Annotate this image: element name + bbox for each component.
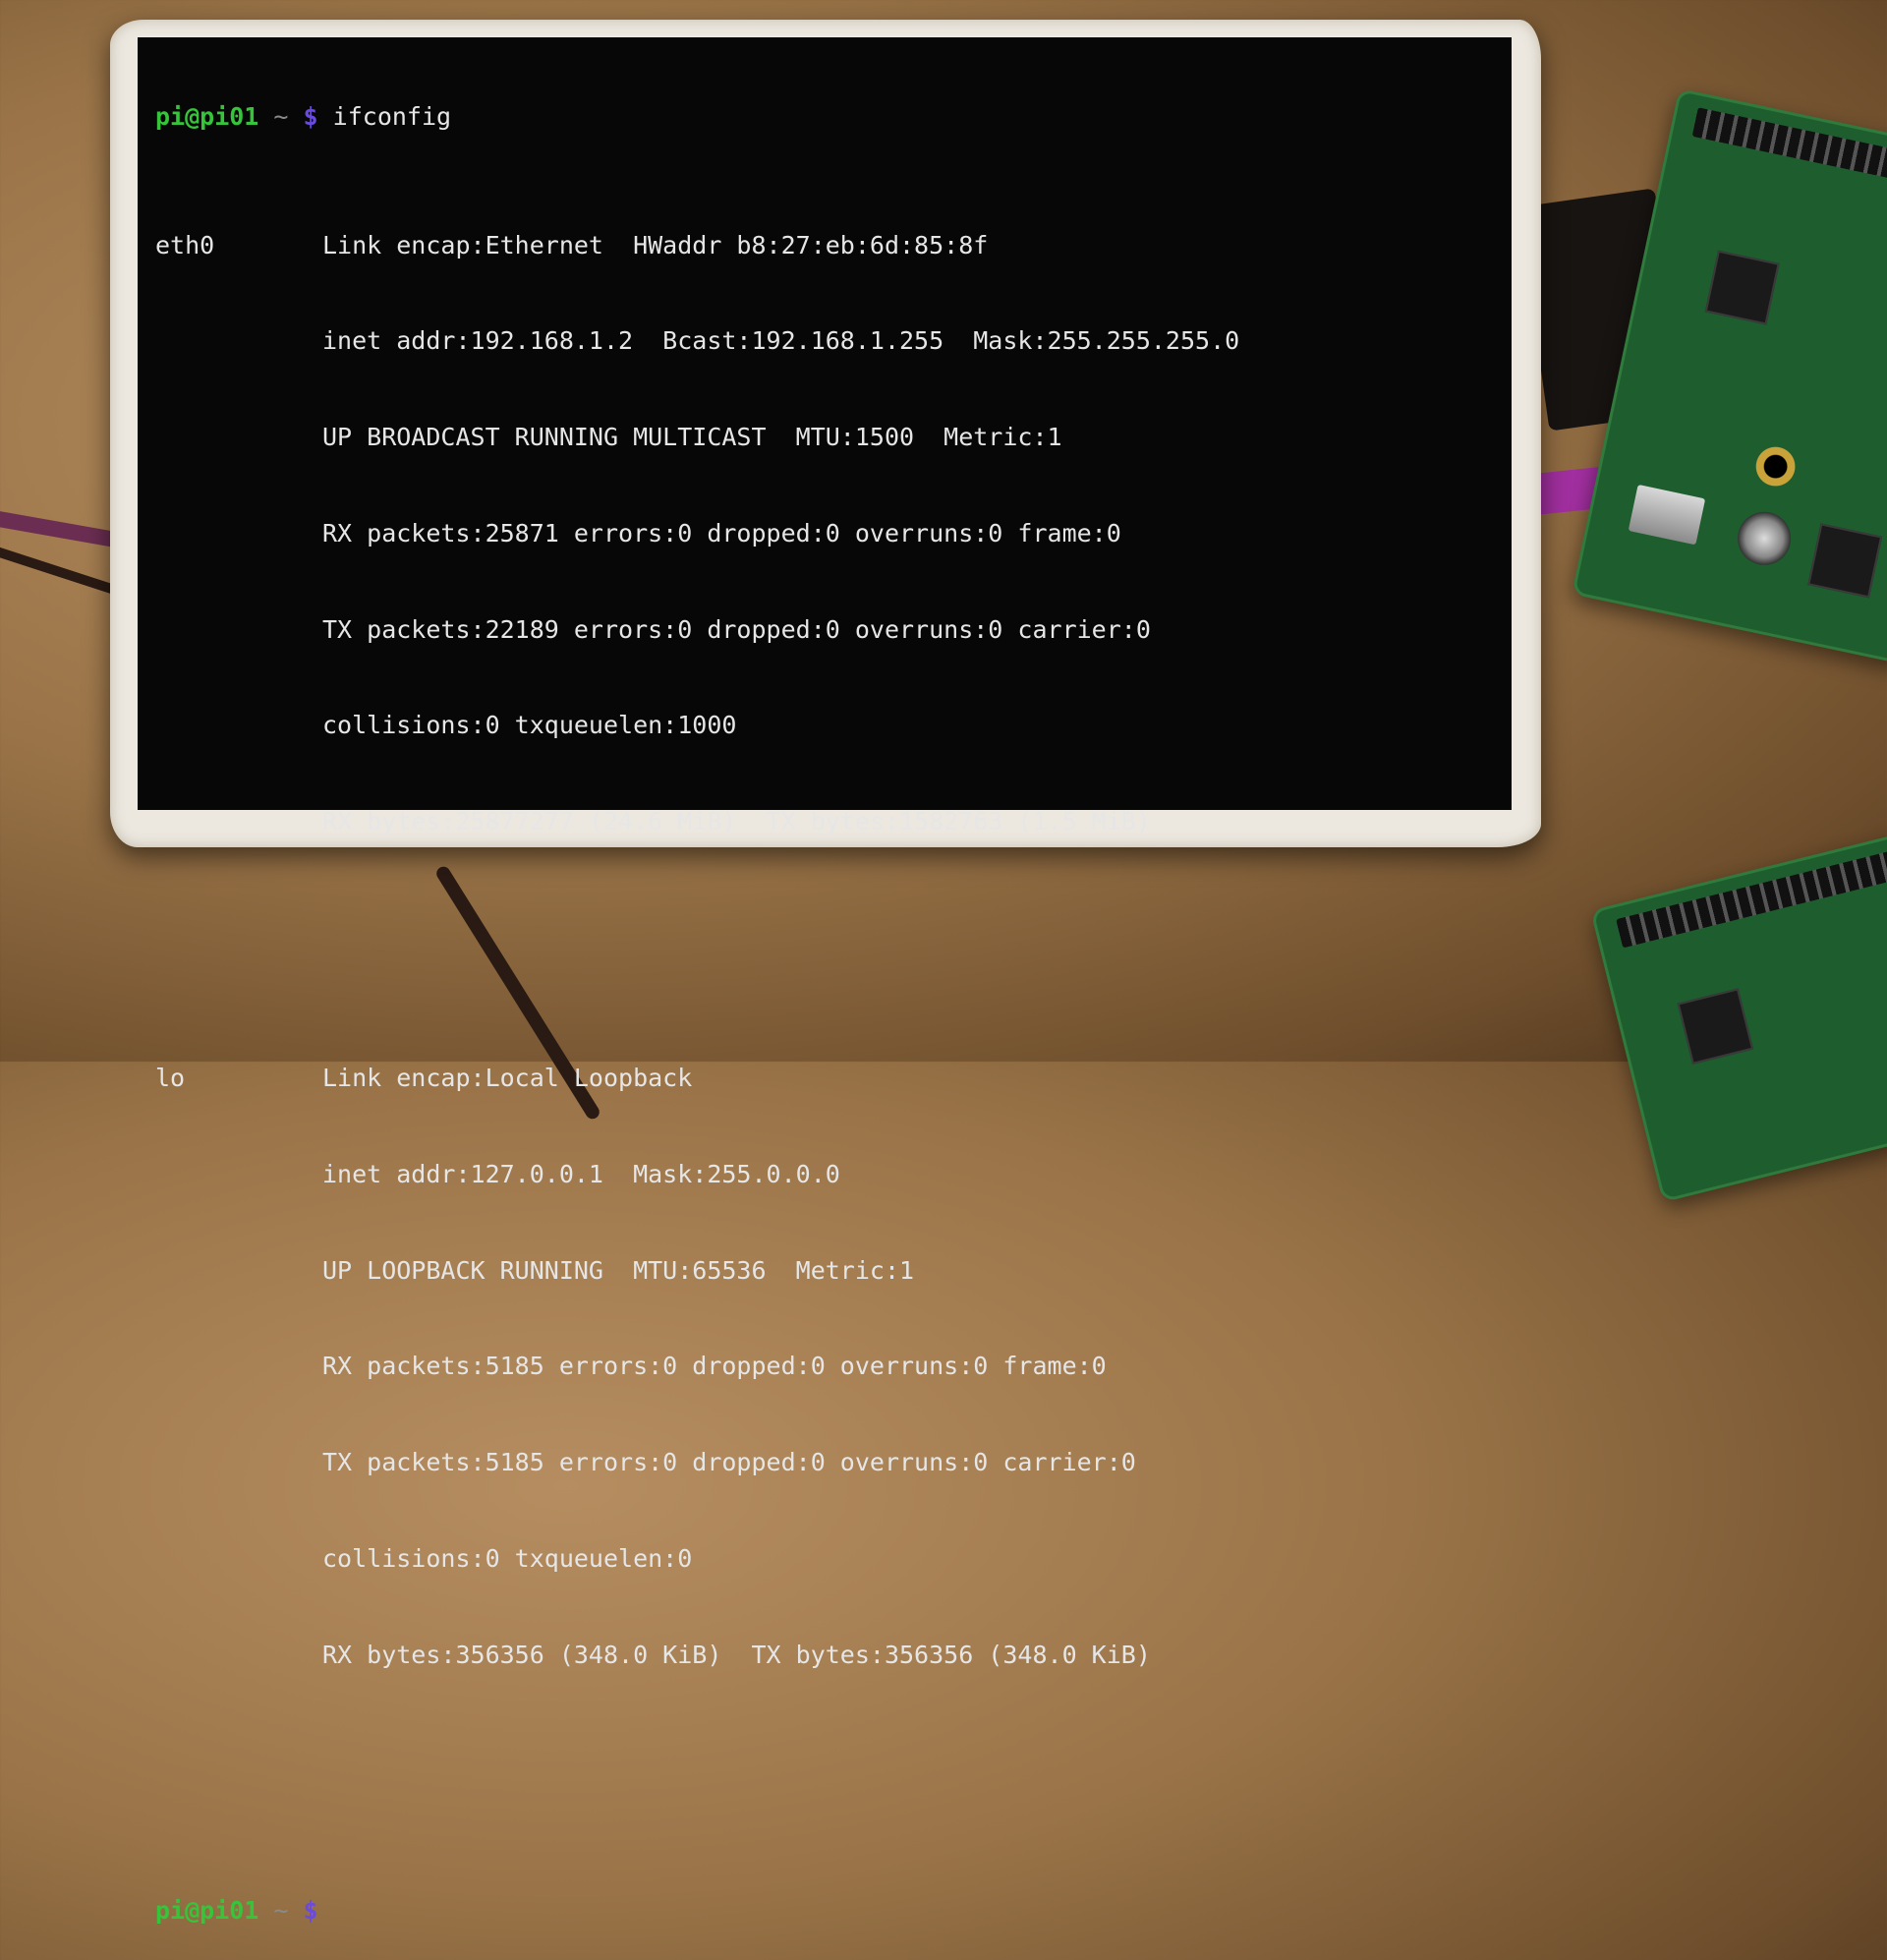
output-line: lo Link encap:Local Loopback (155, 1063, 1512, 1095)
gpio-header (1691, 107, 1887, 198)
interface-name: eth0 (155, 230, 215, 259)
output-line: eth0 Link encap:Ethernet HWaddr b8:27:eb:… (155, 230, 1512, 262)
output-text: RX packets:5185 errors:0 dropped:0 overr… (322, 1352, 1107, 1381)
active-prompt-line[interactable]: pi@pi01 ~ $ (155, 1895, 1512, 1928)
prompt-symbol: $ (303, 1896, 318, 1926)
command-text: ifconfig (332, 102, 452, 132)
output-line: UP LOOPBACK RUNNING MTU:65536 Metric:1 (155, 1255, 1512, 1288)
output-line: RX bytes:356356 (348.0 KiB) TX bytes:356… (155, 1640, 1512, 1672)
output-line: RX bytes:25877277 (24.6 MiB) TX bytes:15… (155, 806, 1512, 838)
output-text: inet addr:127.0.0.1 Mask:255.0.0.0 (322, 1159, 840, 1188)
output-text: TX packets:22189 errors:0 dropped:0 over… (322, 614, 1151, 644)
prompt-user-host: pi@pi01 (155, 102, 259, 132)
board-chip (1704, 250, 1780, 325)
output-text: UP LOOPBACK RUNNING MTU:65536 Metric:1 (322, 1255, 915, 1285)
output-text: RX packets:25871 errors:0 dropped:0 over… (322, 518, 1121, 548)
micro-usb-port (1628, 484, 1706, 546)
output-text: TX packets:5185 errors:0 dropped:0 overr… (322, 1448, 1136, 1477)
interface-name: lo (155, 1064, 186, 1092)
output-text: RX bytes:25877277 (24.6 MiB) TX bytes:15… (322, 807, 1151, 836)
output-text: UP BROADCAST RUNNING MULTICAST MTU:1500 … (322, 423, 1062, 452)
output-text: inet addr:192.168.1.2 Bcast:192.168.1.25… (322, 326, 1240, 356)
prompt-path: ~ (273, 102, 289, 132)
output-text: Link encap:Local Loopback (322, 1064, 693, 1092)
prompt-path: ~ (273, 1896, 289, 1926)
terminal-window[interactable]: pi@pi01 ~ $ ifconfig eth0 Link encap:Ethe… (138, 37, 1512, 1925)
output-text: RX bytes:356356 (348.0 KiB) TX bytes:356… (322, 1640, 1151, 1669)
gpio-header (1616, 847, 1887, 949)
prompt-user-host: pi@pi01 (155, 1896, 259, 1926)
raspberry-pi-board (1590, 828, 1887, 1203)
raspberry-pi-board (1572, 87, 1887, 665)
output-text: collisions:0 txqueuelen:1000 (322, 711, 737, 740)
output-line: inet addr:127.0.0.1 Mask:255.0.0.0 (155, 1159, 1512, 1191)
board-chip (1677, 988, 1754, 1065)
command-line: pi@pi01 ~ $ ifconfig (155, 101, 1512, 134)
output-line: collisions:0 txqueuelen:0 (155, 1543, 1512, 1576)
output-line: inet addr:192.168.1.2 Bcast:192.168.1.25… (155, 325, 1512, 358)
prompt-symbol: $ (303, 102, 318, 132)
output-line: TX packets:5185 errors:0 dropped:0 overr… (155, 1447, 1512, 1479)
output-line: UP BROADCAST RUNNING MULTICAST MTU:1500 … (155, 422, 1512, 454)
output-line: TX packets:22189 errors:0 dropped:0 over… (155, 614, 1512, 647)
board-chip (1807, 523, 1883, 599)
mounting-hole (1748, 439, 1802, 493)
output-line: RX packets:25871 errors:0 dropped:0 over… (155, 518, 1512, 550)
output-line: collisions:0 txqueuelen:1000 (155, 710, 1512, 742)
output-line: RX packets:5185 errors:0 dropped:0 overr… (155, 1351, 1512, 1383)
capacitor (1733, 506, 1797, 570)
output-text: Link encap:Ethernet HWaddr b8:27:eb:6d:8… (322, 230, 989, 259)
output-text: collisions:0 txqueuelen:0 (322, 1543, 693, 1573)
